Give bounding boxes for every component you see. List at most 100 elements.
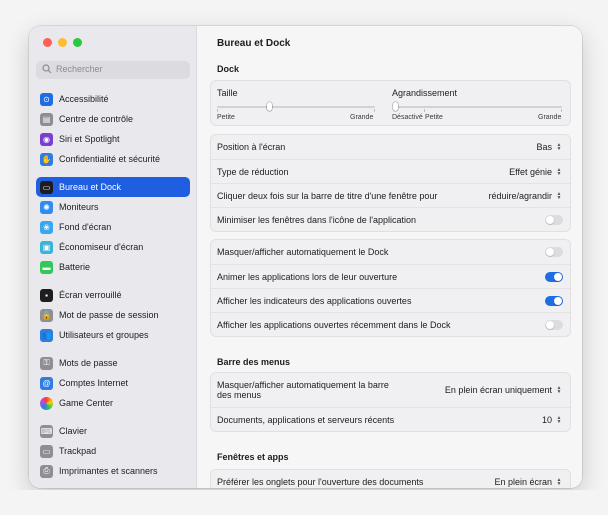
sidebar-item-label: Économiseur d'écran — [59, 242, 144, 252]
close-button[interactable] — [43, 38, 52, 47]
setting-row: Minimiser les fenêtres dans l'icône de l… — [211, 207, 570, 231]
sidebar-item-9[interactable]: ▪ Écran verrouillé — [36, 285, 190, 305]
search-field[interactable]: Rechercher — [36, 61, 190, 79]
sidebar-item-13[interactable]: @ Comptes Internet — [36, 373, 190, 393]
sidebar-item-label: Confidentialité et sécurité — [59, 154, 161, 164]
toggle-switch[interactable] — [545, 295, 563, 306]
sidebar-item-label: Imprimantes et scanners — [59, 466, 158, 476]
sidebar-item-11[interactable]: 👥 Utilisateurs et groupes — [36, 325, 190, 345]
popup-menu[interactable]: En plein écran uniquement ▲ ▼ — [445, 385, 563, 395]
menubar-card: Masquer/afficher automatiquement la barr… — [210, 372, 571, 432]
popup-menu[interactable]: réduire/agrandir ▲ ▼ — [488, 191, 563, 201]
setting-row: Type de réduction Effet génie ▲ ▼ — [211, 159, 570, 183]
sidebar-separator — [36, 277, 190, 285]
setting-label: Animer les applications lors de leur ouv… — [217, 271, 398, 282]
setting-label: Afficher les applications ouvertes récem… — [217, 319, 451, 330]
setting-label: Position à l'écran — [217, 142, 286, 152]
search-icon — [42, 64, 52, 74]
sidebar-item-label: Accessibilité — [59, 94, 109, 104]
magnification-max-label: Grande — [538, 114, 562, 121]
lock-screen-icon: ▪ — [40, 288, 53, 302]
sidebar-item-6[interactable]: ❀ Fond d'écran — [36, 217, 190, 237]
chevron-updown-icon: ▲ ▼ — [556, 142, 562, 152]
sidebar-item-label: Moniteurs — [59, 202, 99, 212]
toggle-switch[interactable] — [545, 214, 563, 225]
hand-icon: ✋ — [40, 152, 53, 166]
sidebar-item-label: Siri et Spotlight — [59, 134, 120, 144]
setting-row: Masquer/afficher automatiquement la barr… — [211, 373, 570, 407]
dock-behavior-card: Masquer/afficher automatiquement le Dock… — [210, 239, 571, 337]
game-center-icon: ● — [40, 396, 53, 410]
popup-menu[interactable]: Effet génie ▲ ▼ — [509, 167, 563, 177]
sidebar-item-4[interactable]: ▭ Bureau et Dock — [36, 177, 190, 197]
setting-row: Animer les applications lors de leur ouv… — [211, 264, 570, 288]
sidebar-item-3[interactable]: ✋ Confidentialité et sécurité — [36, 149, 190, 169]
setting-row: Afficher les applications ouvertes récem… — [211, 312, 570, 336]
sidebar-item-label: Game Center — [59, 398, 114, 408]
popup-value: En plein écran uniquement — [444, 385, 552, 395]
printer-icon: ⎙ — [40, 464, 53, 478]
at-icon: @ — [40, 376, 53, 390]
setting-row: Préférer les onglets pour l'ouverture de… — [211, 470, 570, 488]
minimize-button[interactable] — [58, 38, 67, 47]
sidebar-item-8[interactable]: ▬ Batterie — [36, 257, 190, 277]
toggle-switch[interactable] — [545, 247, 563, 257]
main-pane: Bureau et Dock Dock Taille Petite Grande… — [197, 26, 582, 488]
sidebar-item-label: Centre de contrôle — [59, 114, 134, 124]
chevron-updown-icon: ▲ ▼ — [556, 414, 562, 425]
screensaver-icon: ▣ — [40, 240, 53, 254]
setting-row: Afficher les indicateurs des application… — [211, 288, 570, 312]
magnification-off-label: Désactivé — [392, 114, 423, 121]
settings-window: Rechercher ⊙ Accessibilité ▤ Centre de cont… — [29, 26, 582, 488]
sidebar-item-label: Mot de passe de session — [59, 310, 159, 320]
setting-label: Minimiser les fenêtres dans l'icône de l… — [217, 214, 417, 225]
sidebar-item-14[interactable]: ● Game Center — [36, 393, 190, 413]
sidebar-item-0[interactable]: ⊙ Accessibilité — [36, 89, 190, 109]
sidebar-item-label: Comptes Internet — [59, 378, 129, 388]
toggle-switch[interactable] — [545, 271, 563, 282]
sidebar-item-2[interactable]: ◉ Siri et Spotlight — [36, 129, 190, 149]
dock-options-card: Position à l'écran Bas ▲ ▼ Type de réduction… — [210, 134, 571, 232]
control-center-icon: ▤ — [40, 112, 53, 126]
sidebar-item-10[interactable]: 🔒 Mot de passe de session — [36, 305, 190, 325]
chevron-updown-icon: ▲ ▼ — [556, 190, 562, 201]
chevron-updown-icon: ▲ ▼ — [556, 477, 562, 487]
sidebar-list: ⊙ Accessibilité ▤ Centre de contrôle ◉ Siri e… — [36, 89, 190, 481]
setting-row: Documents, applications et serveurs réce… — [211, 407, 570, 431]
section-title-dock: Dock — [217, 64, 240, 74]
sidebar-item-label: Fond d'écran — [59, 222, 112, 232]
setting-label: Masquer/afficher automatiquement le Dock — [217, 247, 389, 257]
setting-label: Masquer/afficher automatiquement la barr… — [217, 380, 389, 400]
popup-menu[interactable]: En plein écran ▲ ▼ — [494, 477, 563, 487]
zoom-button[interactable] — [73, 38, 82, 47]
sidebar-item-label: Écran verrouillé — [59, 290, 122, 300]
sidebar-item-7[interactable]: ▣ Économiseur d'écran — [36, 237, 190, 257]
sidebar-item-12[interactable]: ⚿ Mots de passe — [36, 353, 190, 373]
sidebar-item-label: Bureau et Dock — [59, 182, 122, 192]
sidebar-item-5[interactable]: ✺ Moniteurs — [36, 197, 190, 217]
accessibility-icon: ⊙ — [40, 92, 53, 106]
size-min-label: Petite — [217, 114, 235, 121]
display-icon: ✺ — [40, 200, 53, 214]
chevron-updown-icon: ▲ ▼ — [556, 166, 562, 177]
setting-label: Cliquer deux fois sur la barre de titre … — [217, 190, 438, 201]
popup-menu[interactable]: Bas ▲ ▼ — [536, 142, 563, 152]
popup-menu[interactable]: 10 ▲ ▼ — [542, 415, 563, 425]
sidebar-item-17[interactable]: ⎙ Imprimantes et scanners — [36, 461, 190, 481]
size-slider-label: Taille — [217, 88, 238, 98]
sidebar-item-15[interactable]: ⌨ Clavier — [36, 421, 190, 441]
setting-label: Type de réduction — [217, 166, 289, 177]
popup-value: En plein écran — [494, 477, 552, 487]
sidebar-item-16[interactable]: ▭ Trackpad — [36, 441, 190, 461]
keyboard-icon: ⌨ — [40, 424, 53, 438]
key-icon: ⚿ — [40, 356, 53, 370]
lock-icon: 🔒 — [40, 308, 53, 322]
popup-value: Effet génie — [509, 166, 552, 177]
sidebar-item-1[interactable]: ▤ Centre de contrôle — [36, 109, 190, 129]
window-controls — [43, 38, 82, 47]
popup-value: réduire/agrandir — [488, 190, 552, 201]
wallpaper-icon: ❀ — [40, 220, 53, 234]
toggle-switch[interactable] — [545, 319, 563, 330]
sidebar-item-label: Utilisateurs et groupes — [59, 330, 149, 340]
popup-value: 10 — [541, 414, 552, 425]
